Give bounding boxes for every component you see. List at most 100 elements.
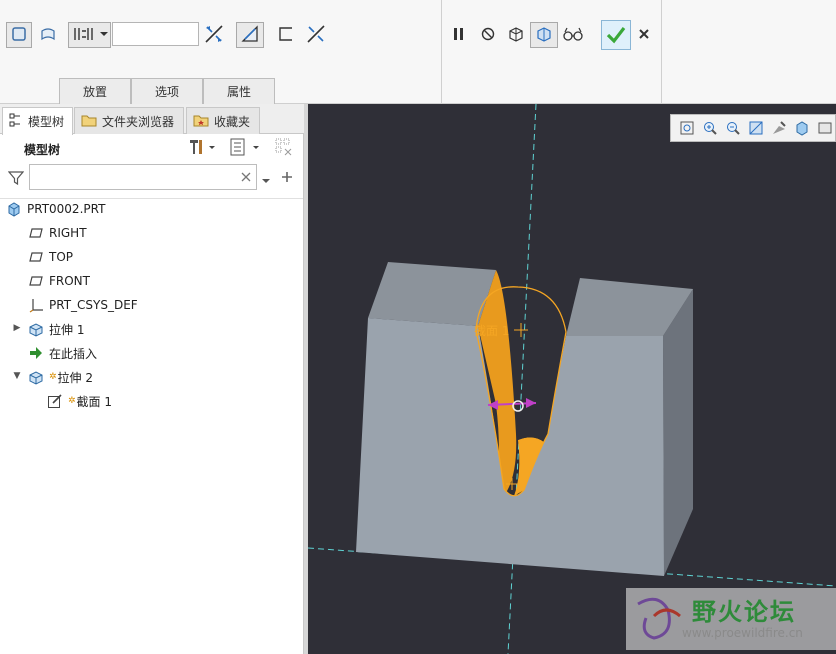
datum-plane-icon [28,273,44,289]
flip-thicken-icon [305,23,327,48]
cancel-icon [637,27,651,44]
clear-search-icon[interactable] [240,171,252,186]
flip-direction-button[interactable] [201,22,227,48]
tree-item-label: 拉伸 2 [57,370,93,385]
tree-settings-button[interactable] [186,138,216,158]
remove-material-button[interactable] [236,22,264,48]
cancel-button[interactable] [634,22,654,48]
graphics-window[interactable]: 截面 1 野火论坛 www.proewildfire.cn [308,104,836,654]
tree-item-label: 拉伸 1 [49,322,85,337]
saved-views-icon[interactable] [815,118,835,138]
tree-item-csys[interactable]: PRT_CSYS_DEF [28,294,138,316]
insert-here-arrow-icon [28,345,44,361]
tree-item-label: FRONT [49,274,90,288]
watermark-title: 野火论坛 [692,598,796,626]
tree-item-label: PRT_CSYS_DEF [49,298,138,312]
refit-icon[interactable] [677,118,697,138]
tree-item-front[interactable]: FRONT [28,270,90,292]
part-icon [6,201,22,217]
sketch-icon [47,393,63,409]
verify-button[interactable] [530,22,558,48]
expand-arrow-icon[interactable]: ▶ [12,323,22,333]
verify-icon [534,25,554,46]
flip-direction-icon [203,23,225,48]
preview-button[interactable] [504,22,528,48]
navigator-panel: 模型树 文件夹浏览器 收藏夹 模型树 PRT0002.PRT RIGHT TOP… [0,104,304,654]
datum-plane-icon [28,225,44,241]
preview-icon [506,25,526,46]
tree-columns-button[interactable] [229,138,261,158]
no-preview-button[interactable] [477,22,499,48]
datum-plane-icon [28,249,44,265]
extrude-dashboard: 放置 选项 属性 [0,0,836,104]
tab-options[interactable]: 选项 [131,78,203,104]
ribbon-separator [441,0,442,104]
glasses-button[interactable] [561,22,585,48]
tab-favorites-label: 收藏夹 [214,114,251,129]
tree-item-label: PRT0002.PRT [27,202,106,216]
depth-value-input[interactable] [112,22,199,46]
tools-icon [186,137,216,160]
depth-options-icon [72,25,108,46]
tab-folder-browser[interactable]: 文件夹浏览器 [74,107,184,134]
tree-item-extrude-2[interactable]: ✲ 拉伸 2 [28,366,93,388]
solid-extrude-icon [11,26,27,45]
tab-model-tree-label: 模型树 [28,115,65,129]
extruded-block [356,262,693,576]
new-feature-star-icon: ✲ [49,372,57,382]
add-filter-icon[interactable] [280,170,294,187]
zoom-in-icon[interactable] [700,118,720,138]
extrude-feature-icon [28,369,44,385]
search-dropdown-icon[interactable] [261,174,271,188]
ribbon-separator [661,0,662,104]
ok-button[interactable] [601,20,631,50]
list-icon [229,137,261,160]
tree-item-top[interactable]: TOP [28,246,73,268]
thicken-button[interactable] [273,22,299,48]
show-icon [274,137,296,160]
solid-extrude-button[interactable] [6,22,32,48]
repaint-icon[interactable] [746,118,766,138]
zoom-out-icon[interactable] [723,118,743,138]
pause-icon [452,26,466,45]
depth-options-button[interactable] [68,22,111,48]
tree-item-right[interactable]: RIGHT [28,222,87,244]
folder-icon [81,113,97,130]
tree-item-insert-here[interactable]: 在此插入 [28,342,97,364]
tree-item-label: 在此插入 [49,346,98,361]
tree-item-extrude-1[interactable]: 拉伸 1 [28,318,84,340]
csys-icon [28,297,44,313]
tree-item-label: RIGHT [49,226,87,240]
model-tree-title: 模型树 [24,143,61,157]
new-feature-star-icon: ✲ [68,396,76,406]
remove-material-icon [240,24,260,47]
collapse-arrow-icon[interactable]: ▼ [12,371,22,381]
tab-model-tree[interactable]: 模型树 [2,107,73,135]
display-style-icon[interactable] [792,118,812,138]
tab-properties[interactable]: 属性 [203,78,275,104]
model-tree-icon [9,113,23,130]
surface-extrude-button[interactable] [35,22,61,48]
favorites-icon [193,113,209,130]
surface-extrude-icon [40,26,56,45]
section-label: 截面 1 [474,324,510,338]
tab-folder-browser-label: 文件夹浏览器 [102,114,175,129]
tab-favorites[interactable]: 收藏夹 [186,107,260,134]
tab-placement[interactable]: 放置 [59,78,131,104]
pause-button[interactable] [448,22,470,48]
tree-item-part[interactable]: PRT0002.PRT [6,198,105,220]
tree-filter-options-button[interactable] [274,138,296,158]
glasses-icon [562,26,584,45]
tree-item-section-1[interactable]: ✲ 截面 1 [47,390,112,412]
model-3d-view[interactable] [308,104,836,654]
filter-icon[interactable] [7,170,25,189]
perspective-icon[interactable] [769,118,789,138]
tree-item-label: 截面 1 [76,394,112,409]
thicken-icon [277,25,295,46]
tree-search-input[interactable] [29,164,257,190]
navigator-tabs: 模型树 文件夹浏览器 收藏夹 [0,104,304,135]
flip-thicken-button[interactable] [303,22,329,48]
watermark-url: www.proewildfire.cn [682,626,803,640]
tree-item-label: TOP [49,250,74,264]
ok-icon [605,24,627,47]
